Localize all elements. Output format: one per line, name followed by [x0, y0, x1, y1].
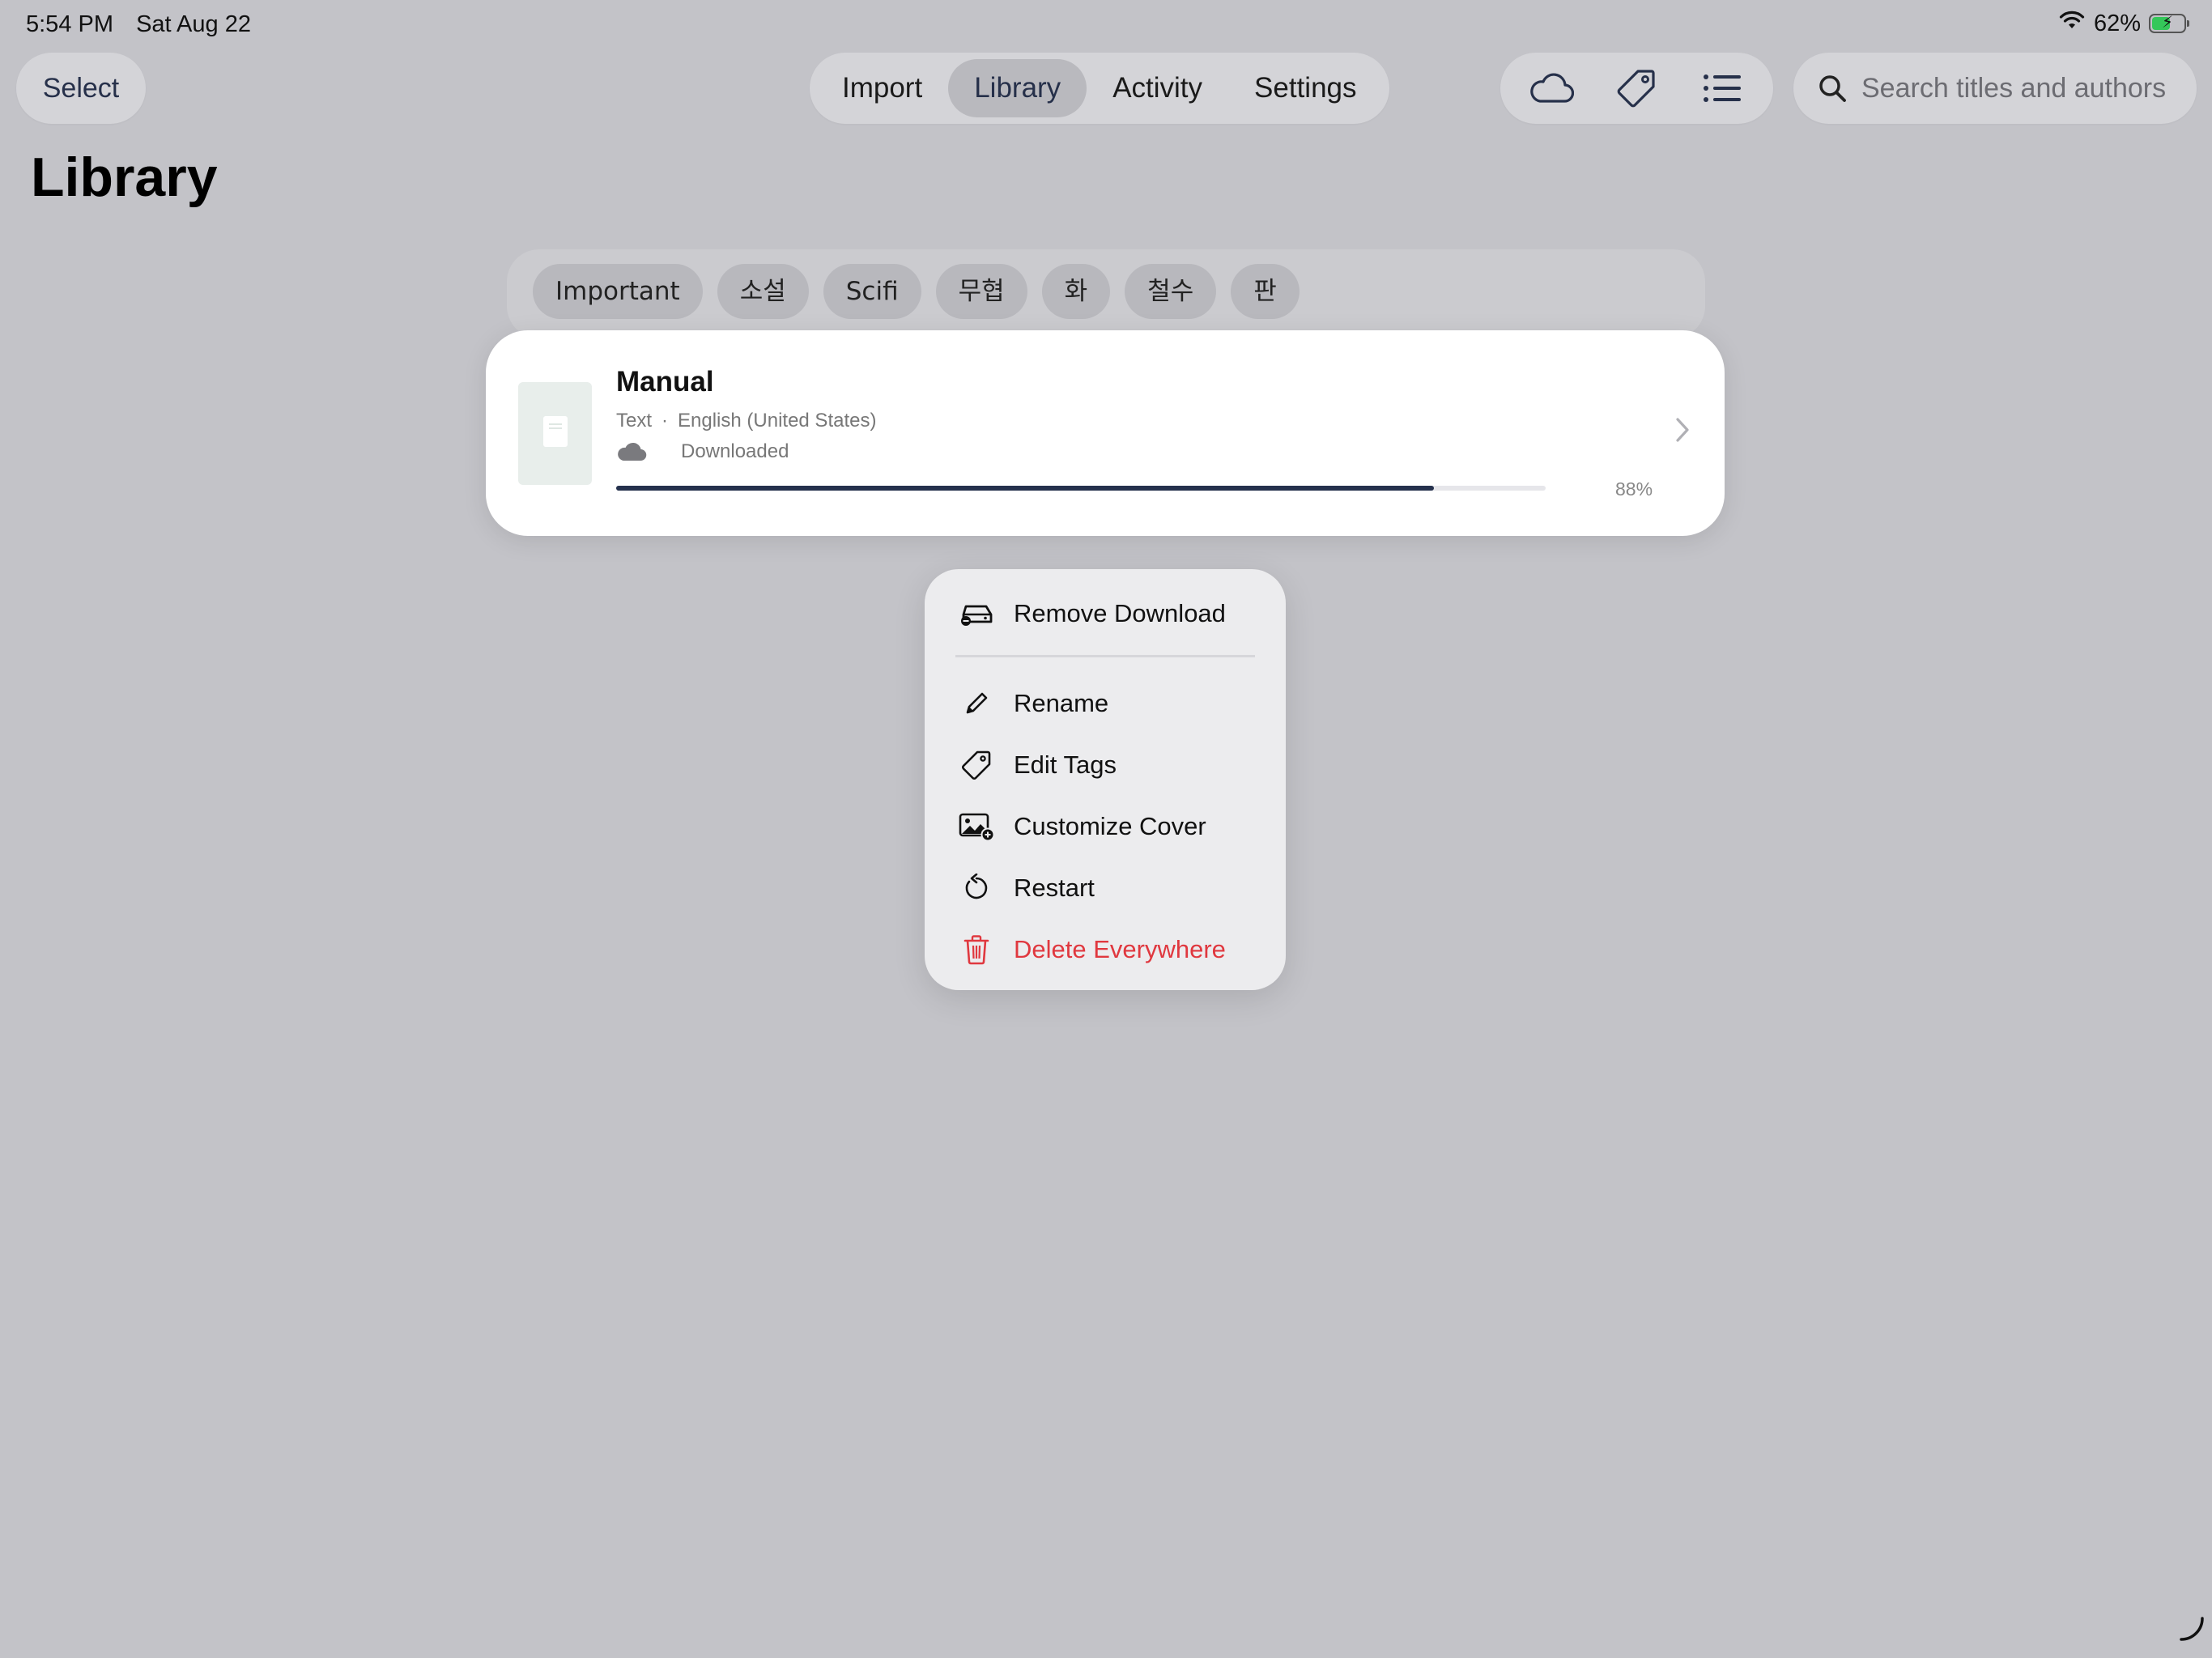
menu-item-rename[interactable]: Rename [925, 679, 1286, 728]
tag-chip-soseol[interactable]: 소설 [717, 264, 809, 319]
status-bar-left: 5:54 PM Sat Aug 22 [26, 11, 251, 38]
search-bar[interactable] [1793, 53, 2197, 124]
tag-chip-muhyeop[interactable]: 무협 [935, 264, 1027, 319]
tag-icon [959, 750, 994, 780]
cloud-icon [616, 441, 649, 462]
menu-item-label: Remove Download [1014, 599, 1226, 627]
toolbar-icon-group [1500, 53, 1773, 124]
tag-chip-cheolsu[interactable]: 철수 [1125, 264, 1217, 319]
download-status-label: Downloaded [681, 440, 789, 462]
menu-item-label: Customize Cover [1014, 812, 1206, 840]
menu-item-label: Rename [1014, 689, 1109, 717]
reading-progress-fill [616, 486, 1435, 491]
book-meta: Text · English (United States) [616, 410, 876, 432]
meta-separator: · [661, 410, 669, 432]
menu-divider [955, 655, 1255, 657]
resize-corner-icon [2178, 1615, 2206, 1647]
book-type: Text [616, 410, 653, 432]
reading-progress-bar [616, 486, 1546, 491]
book-language: English (United States) [678, 410, 877, 432]
menu-item-label: Restart [1014, 874, 1095, 902]
battery-percent: 62% [2093, 10, 2141, 36]
tab-activity[interactable]: Activity [1087, 59, 1228, 117]
tag-chip-pan[interactable]: 판 [1231, 264, 1300, 319]
photo-add-icon [959, 812, 994, 841]
battery-icon: ⚡ [2149, 14, 2189, 33]
tag-chip-hwa[interactable]: 화 [1041, 264, 1111, 319]
chevron-right-icon[interactable] [1674, 416, 1691, 444]
document-icon [542, 416, 568, 451]
tag-icon[interactable] [1610, 62, 1662, 114]
charging-bolt-icon: ⚡ [2161, 14, 2174, 32]
tag-chip-scifi[interactable]: Scifi [823, 264, 921, 319]
menu-item-customize-cover[interactable]: Customize Cover [925, 802, 1286, 851]
trash-icon [959, 934, 994, 965]
main-tab-bar: Import Library Activity Settings [810, 53, 1389, 124]
menu-item-edit-tags[interactable]: Edit Tags [925, 741, 1286, 789]
book-cover [518, 382, 592, 485]
cloud-icon[interactable] [1525, 62, 1577, 114]
status-bar-right: 62% ⚡ [2058, 10, 2189, 37]
menu-item-remove-download[interactable]: Remove Download [925, 589, 1286, 638]
status-time: 5:54 PM [26, 11, 113, 37]
tags-filter-bar: Important 소설 Scifi 무협 화 철수 판 [507, 249, 1705, 338]
context-menu: Remove Download Rename Edit Tags Customi… [925, 569, 1286, 990]
tags-row: Important 소설 Scifi 무협 화 철수 판 [533, 264, 1300, 319]
book-download-status: Downloaded [616, 440, 789, 463]
restart-icon [959, 874, 994, 903]
reading-progress-percent: 88% [1615, 478, 1653, 500]
select-button[interactable]: Select [16, 53, 146, 124]
list-icon[interactable] [1696, 62, 1748, 114]
menu-item-label: Delete Everywhere [1014, 935, 1226, 963]
tag-chip-important[interactable]: Important [533, 264, 703, 319]
remove-download-icon [959, 602, 994, 626]
page-title: Library [31, 147, 218, 208]
tab-library[interactable]: Library [948, 59, 1087, 117]
tab-settings[interactable]: Settings [1228, 59, 1382, 117]
menu-item-restart[interactable]: Restart [925, 864, 1286, 912]
search-icon [1818, 74, 1847, 103]
status-date: Sat Aug 22 [136, 11, 251, 37]
tab-import[interactable]: Import [816, 59, 948, 117]
book-title: Manual [616, 366, 714, 397]
menu-item-label: Edit Tags [1014, 750, 1117, 779]
pencil-icon [959, 690, 994, 717]
search-input[interactable] [1860, 71, 2187, 105]
book-card[interactable]: Manual Text · English (United States) Down… [486, 330, 1725, 536]
menu-item-delete-everywhere[interactable]: Delete Everywhere [925, 925, 1286, 974]
wifi-icon [2058, 10, 2086, 37]
